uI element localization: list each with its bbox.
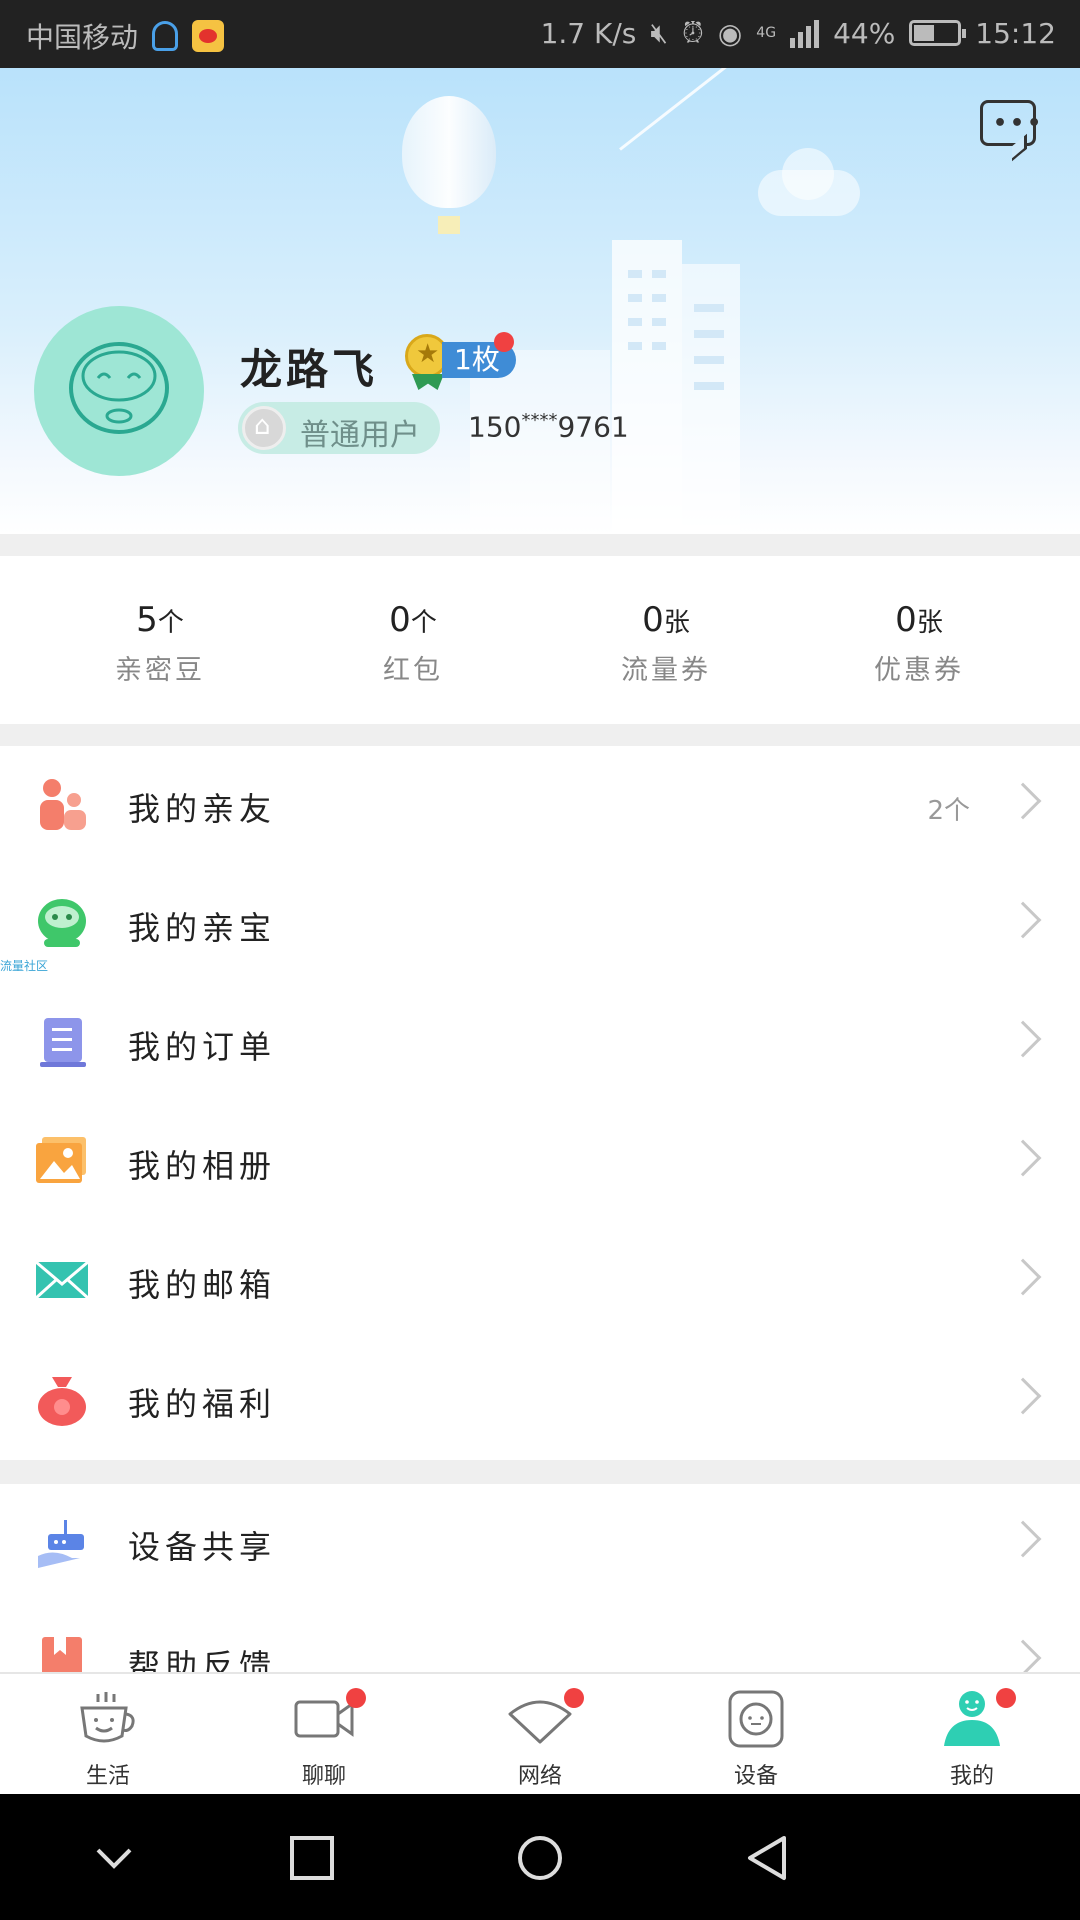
community-tag: 流量社区 xyxy=(0,959,49,973)
network-type: 4G xyxy=(756,25,777,41)
tab-network[interactable]: 网络 xyxy=(480,1688,600,1790)
device-share-icon xyxy=(38,1520,84,1568)
avatar[interactable] xyxy=(34,306,204,476)
menu-item-welfare[interactable]: 我的福利 xyxy=(0,1341,1080,1460)
help-feedback-icon xyxy=(42,1637,82,1672)
alarm-icon: ⏰︎ xyxy=(682,16,704,49)
wifi-icon xyxy=(508,1700,572,1744)
album-icon xyxy=(36,1137,86,1183)
bottom-navigation: 生活 聊聊 网络 设备 我的 xyxy=(0,1672,1080,1794)
menu-item-mailbox[interactable]: 我的邮箱 xyxy=(0,1222,1080,1341)
menu-item-help-feedback[interactable]: 帮助反馈 xyxy=(0,1603,1080,1672)
battery-icon xyxy=(909,20,967,46)
stat-discount-coupons[interactable]: 0张 优惠券 xyxy=(819,600,1019,687)
user-name: 龙路飞 xyxy=(240,345,379,394)
user-level-label: 普通用户 xyxy=(300,418,420,453)
gift-bag-icon xyxy=(38,1377,86,1426)
sky-streak xyxy=(619,68,748,151)
tab-life[interactable]: 生活 xyxy=(48,1688,168,1790)
phone-number: 150****9761 xyxy=(468,410,629,444)
chat-notification-dot xyxy=(346,1688,366,1708)
stat-intimacy-beans[interactable]: 5个 亲密豆 xyxy=(60,600,260,687)
tab-chat[interactable]: 聊聊 xyxy=(264,1688,384,1790)
robot-face-icon xyxy=(69,342,169,434)
menu-item-album[interactable]: 我的相册 xyxy=(0,1103,1080,1222)
status-bar: 中国移动 1.7 K/s 🔇︎ ⏰︎ ◉ 4G 44% 15:12 xyxy=(0,0,1080,68)
headset-app-icon xyxy=(152,21,179,51)
menu-item-friends[interactable]: 我的亲友 2个 xyxy=(0,746,1080,865)
menu-list-secondary: 设备共享 帮助反馈 xyxy=(0,1484,1080,1672)
profile-header: ••• 龙路飞 ★ 1枚 普通用户 150****9761 xyxy=(0,68,1080,534)
person-icon xyxy=(944,1691,1000,1746)
chevron-right-icon xyxy=(1004,1377,1042,1415)
eye-icon: ◉ xyxy=(717,16,743,50)
friends-icon xyxy=(40,779,86,830)
home-level-icon xyxy=(242,406,286,450)
stat-red-packets[interactable]: 0个 红包 xyxy=(313,600,513,687)
me-notification-dot xyxy=(996,1688,1016,1708)
chat-bubble-icon: ••• xyxy=(993,111,1045,136)
back-button[interactable] xyxy=(744,1834,792,1882)
chevron-right-icon xyxy=(1004,1139,1042,1177)
order-icon xyxy=(40,1018,86,1067)
medal-notification-dot xyxy=(494,332,514,352)
mute-icon: 🔇︎ xyxy=(650,16,669,49)
menu-item-orders[interactable]: 我的订单 xyxy=(0,984,1080,1103)
chevron-right-icon xyxy=(1004,1639,1042,1672)
clock: 15:12 xyxy=(975,16,1056,50)
chevron-right-icon xyxy=(1004,1258,1042,1296)
menu-item-device-share[interactable]: 设备共享 xyxy=(0,1484,1080,1603)
building-illustration xyxy=(612,240,682,534)
home-button[interactable] xyxy=(516,1834,564,1882)
chevron-right-icon xyxy=(1004,782,1042,820)
balloon-basket xyxy=(438,216,460,234)
medal-ribbon xyxy=(412,374,444,390)
stat-data-coupons[interactable]: 0张 流量券 xyxy=(566,600,766,687)
chevron-right-icon xyxy=(1004,1520,1042,1558)
balloon-illustration xyxy=(402,96,496,208)
message-button[interactable]: ••• xyxy=(980,100,1041,146)
network-speed: 1.7 K/s xyxy=(540,16,637,50)
robot-icon xyxy=(38,899,86,947)
recent-apps-button[interactable] xyxy=(288,1834,336,1882)
chevron-down-icon[interactable] xyxy=(90,1834,138,1882)
menu-list: 我的亲友 2个 流量社区 我的亲宝 我的订单 我的相册 我的邮箱 我的福利 xyxy=(0,746,1080,1460)
signal-icon xyxy=(790,18,820,48)
weibo-icon xyxy=(192,20,225,52)
user-level-badge[interactable]: 普通用户 xyxy=(238,402,440,454)
cloud-illustration xyxy=(758,148,860,216)
building-illustration xyxy=(682,264,740,534)
chevron-right-icon xyxy=(1004,1020,1042,1058)
device-icon xyxy=(728,1690,784,1748)
menu-item-baby[interactable]: 流量社区 我的亲宝 xyxy=(0,865,1080,984)
wallet-stats: 5个 亲密豆 0个 红包 0张 流量券 0张 优惠券 xyxy=(0,556,1080,724)
chevron-right-icon xyxy=(1004,901,1042,939)
tab-devices[interactable]: 设备 xyxy=(696,1688,816,1790)
system-navigation-bar xyxy=(0,1794,1080,1920)
cup-icon xyxy=(80,1692,135,1743)
network-notification-dot xyxy=(564,1688,584,1708)
mail-icon xyxy=(34,1260,90,1300)
tab-me[interactable]: 我的 xyxy=(912,1688,1032,1790)
battery-percent: 44% xyxy=(833,16,896,50)
carrier-label: 中国移动 xyxy=(26,21,139,54)
